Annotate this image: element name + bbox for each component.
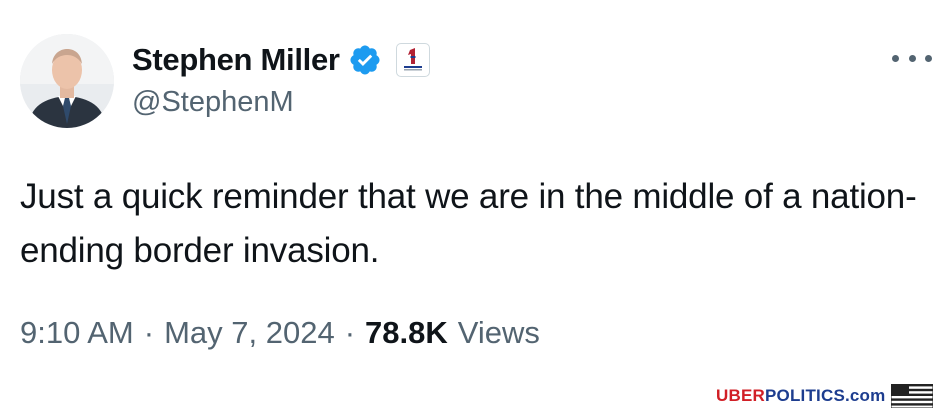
views-label: Views — [457, 315, 540, 350]
tweet-meta: 9:10 AM · May 7, 2024 · 78.8K Views — [20, 315, 540, 351]
dot-icon — [908, 54, 916, 62]
tweet-date[interactable]: May 7, 2024 — [164, 315, 335, 351]
user-handle[interactable]: @StephenM — [132, 86, 294, 119]
verified-badge-icon[interactable] — [348, 43, 382, 77]
meta-separator: · — [344, 315, 356, 350]
dot-icon — [892, 54, 899, 62]
profile-photo-icon — [20, 34, 114, 128]
watermark-com: .com — [844, 386, 886, 405]
display-name[interactable]: Stephen Miller — [132, 42, 340, 78]
name-row: Stephen Miller — [132, 40, 430, 80]
tweet-card: Stephen Miller @StephenM Just a quick re… — [0, 0, 940, 410]
avatar[interactable] — [20, 34, 114, 128]
watermark-politics: POLITICS — [764, 386, 845, 405]
watermark-uber: UBER — [716, 386, 765, 405]
views-count[interactable]: 78.8K — [365, 315, 448, 351]
tweet-text: Just a quick reminder that we are in the… — [20, 177, 917, 270]
tweet-time[interactable]: 9:10 AM — [20, 315, 134, 351]
america-first-badge-icon[interactable] — [395, 43, 430, 77]
dot-icon — [925, 54, 932, 62]
more-options-icon[interactable] — [892, 46, 932, 70]
meta-separator: · — [143, 315, 155, 350]
us-flag-icon — [890, 383, 934, 409]
site-watermark: UBERPOLITICS.com — [716, 383, 934, 409]
watermark-text: UBERPOLITICS.com — [716, 386, 885, 406]
